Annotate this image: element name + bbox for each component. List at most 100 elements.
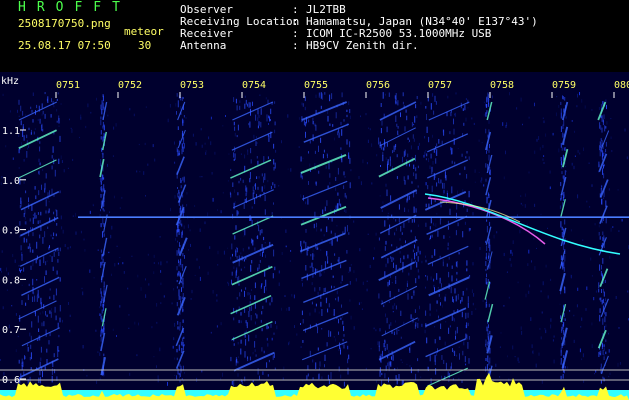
- burst-speck: [42, 371, 43, 378]
- burst-speck: [606, 104, 607, 110]
- noise-dot: [109, 211, 110, 213]
- noise-dot: [606, 121, 608, 125]
- noise-dot: [375, 380, 377, 383]
- burst-speck: [46, 314, 48, 317]
- burst-speck: [331, 93, 333, 100]
- noise-dot: [1, 250, 3, 253]
- noise-dot: [173, 288, 175, 291]
- burst-speck: [604, 310, 605, 315]
- x-tick-label: 0755: [304, 80, 328, 91]
- noise-dot: [24, 216, 26, 220]
- noise-dot: [249, 292, 251, 295]
- noise-dot: [471, 311, 473, 315]
- noise-dot: [209, 246, 211, 249]
- burst-speck: [20, 120, 22, 126]
- burst-speck: [413, 172, 415, 177]
- burst-speck: [396, 329, 398, 335]
- burst-speck: [343, 171, 345, 176]
- burst-speck: [461, 153, 463, 157]
- noise-dot: [121, 196, 123, 199]
- burst-speck: [384, 271, 386, 277]
- burst-speck: [30, 344, 32, 349]
- burst-speck: [414, 252, 416, 260]
- burst-speck: [182, 211, 184, 217]
- noise-dot: [605, 298, 607, 302]
- noise-dot: [447, 95, 449, 99]
- burst-speck: [262, 305, 264, 309]
- y-tick-label: 0.7: [2, 325, 20, 336]
- burst-speck: [393, 331, 395, 336]
- burst-speck: [178, 372, 180, 376]
- noise-dot: [618, 230, 620, 232]
- burst-speck: [271, 212, 273, 215]
- burst-speck: [454, 350, 456, 356]
- y-tick-label: 0.6: [2, 375, 20, 386]
- burst-speck: [181, 223, 183, 227]
- noise-dot: [156, 365, 157, 369]
- noise-dot: [424, 136, 426, 139]
- burst-speck: [251, 260, 253, 264]
- burst-speck: [417, 358, 419, 362]
- burst-speck: [395, 219, 397, 222]
- burst-speck: [378, 293, 380, 299]
- burst-speck: [252, 186, 254, 192]
- burst-speck: [33, 131, 35, 135]
- noise-dot: [112, 155, 114, 157]
- burst-speck: [18, 99, 20, 105]
- burst-speck: [563, 147, 565, 151]
- burst-speck: [30, 106, 32, 109]
- burst-speck: [320, 137, 322, 143]
- noise-dot: [516, 214, 518, 217]
- noise-dot: [283, 366, 285, 370]
- burst-speck: [103, 233, 105, 237]
- noise-dot: [406, 280, 408, 284]
- noise-dot: [542, 158, 544, 161]
- burst-speck: [37, 212, 39, 215]
- burst-speck: [338, 132, 340, 138]
- noise-dot: [42, 169, 44, 172]
- noise-dot: [220, 210, 222, 214]
- burst-speck: [467, 302, 469, 308]
- noise-dot: [40, 357, 42, 361]
- burst-speck: [457, 222, 459, 227]
- noise-dot: [145, 195, 146, 197]
- noise-dot: [37, 118, 39, 121]
- noise-dot: [581, 99, 583, 103]
- noise-dot: [518, 361, 520, 363]
- burst-speck: [254, 282, 256, 289]
- burst-speck: [233, 152, 235, 158]
- burst-speck: [274, 321, 276, 324]
- noise-dot: [505, 125, 507, 128]
- burst-speck: [604, 164, 605, 167]
- noise-dot: [418, 142, 420, 146]
- burst-speck: [236, 256, 238, 259]
- burst-speck: [240, 312, 242, 316]
- burst-speck: [307, 365, 309, 371]
- burst-speck: [256, 314, 258, 319]
- burst-speck: [459, 172, 461, 176]
- burst-speck: [400, 257, 402, 263]
- noise-dot: [96, 97, 97, 101]
- burst-speck: [448, 373, 450, 378]
- noise-dot: [32, 214, 34, 216]
- noise-dot: [323, 270, 325, 274]
- noise-dot: [423, 154, 425, 158]
- burst-speck: [246, 322, 248, 329]
- noise-dot: [478, 139, 480, 142]
- noise-dot: [300, 194, 302, 198]
- noise-dot: [595, 290, 597, 293]
- noise-dot: [244, 154, 246, 159]
- burst-speck: [417, 246, 419, 253]
- burst-speck: [467, 296, 469, 302]
- noise-dot: [107, 163, 108, 167]
- noise-dot: [36, 279, 38, 281]
- burst-speck: [395, 264, 397, 270]
- burst-speck: [382, 350, 383, 357]
- noise-dot: [185, 117, 187, 119]
- noise-dot: [434, 325, 436, 328]
- burst-speck: [425, 222, 427, 227]
- noise-dot: [190, 298, 192, 300]
- burst-speck: [560, 101, 562, 105]
- burst-speck: [301, 175, 303, 180]
- burst-speck: [38, 328, 40, 332]
